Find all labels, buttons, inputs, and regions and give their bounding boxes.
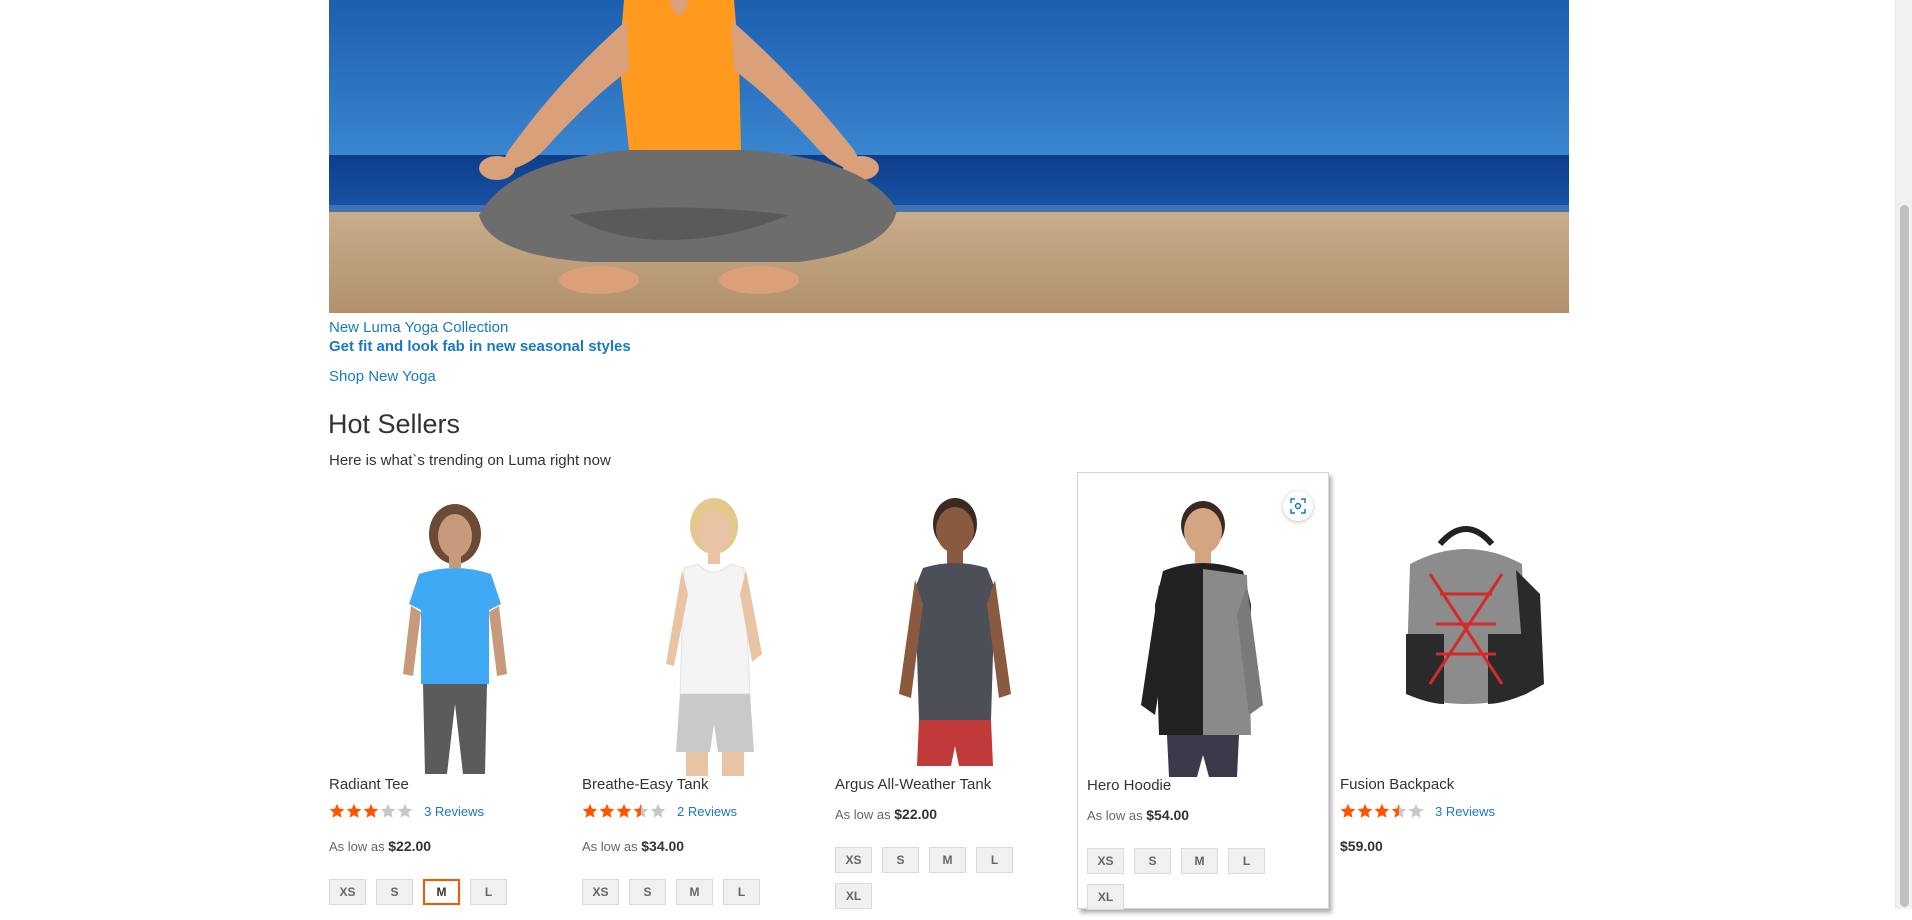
rating-stars — [1340, 803, 1425, 819]
hot-sellers-title: Hot Sellers — [328, 409, 461, 439]
star-icon — [633, 803, 649, 818]
price-value: $22.00 — [894, 806, 938, 822]
product-price: As low as $22.00 — [835, 806, 937, 822]
rating-stars — [582, 803, 667, 819]
reviews-link[interactable]: 2 Reviews — [677, 804, 737, 819]
reviews-link[interactable]: 3 Reviews — [1435, 804, 1495, 819]
hot-sellers-description: Here is what`s trending on Luma right no… — [329, 452, 611, 469]
rating-stars — [329, 803, 414, 819]
size-swatch-l[interactable]: L — [723, 879, 760, 905]
shop-new-yoga-link[interactable]: Shop New Yoga — [329, 368, 436, 385]
star-icon — [1357, 803, 1373, 818]
backpack-photo[interactable] — [1340, 484, 1592, 777]
star-icon — [346, 803, 362, 818]
price-value: $34.00 — [641, 838, 685, 854]
white-tank-photo[interactable] — [582, 484, 834, 777]
size-swatch-l[interactable]: L — [470, 879, 507, 905]
product-name[interactable]: Hero Hoodie — [1087, 777, 1171, 794]
size-swatches: XS S M L XL — [1087, 848, 1317, 920]
star-icon — [380, 803, 396, 818]
product-name[interactable]: Fusion Backpack — [1340, 776, 1454, 793]
price-value: $54.00 — [1146, 807, 1190, 823]
size-swatch-s[interactable]: S — [882, 847, 919, 873]
product-name[interactable]: Radiant Tee — [329, 776, 409, 793]
size-swatch-m[interactable]: M — [1181, 848, 1218, 874]
size-swatch-s[interactable]: S — [376, 879, 413, 905]
size-swatches: XS S M L XL — [835, 847, 1065, 919]
star-icon — [650, 803, 666, 818]
star-icon — [363, 803, 379, 818]
price-prefix: As low as — [835, 807, 891, 822]
star-icon — [1374, 803, 1390, 818]
promo-subtitle-link[interactable]: Get fit and look fab in new seasonal sty… — [329, 338, 631, 355]
product-card-breathe-easy-tank[interactable]: Breathe-Easy Tank 2 Reviews As low as $3… — [582, 472, 834, 909]
grey-tank-photo[interactable] — [835, 484, 1087, 777]
product-rating: 2 Reviews — [582, 802, 737, 820]
page-scrollbar[interactable] — [1895, 0, 1912, 909]
scrollbar-thumb[interactable] — [1900, 205, 1909, 907]
size-swatches: XS S M L — [329, 879, 559, 915]
star-icon — [582, 803, 598, 818]
star-icon — [329, 803, 345, 818]
promo-title-link[interactable]: New Luma Yoga Collection — [329, 319, 508, 336]
price-value: $59.00 — [1340, 838, 1383, 854]
price-value: $22.00 — [388, 838, 432, 854]
product-card-radiant-tee[interactable]: Radiant Tee 3 Reviews As low as $22.00 X… — [329, 472, 581, 909]
hoodie-photo[interactable] — [1087, 485, 1339, 778]
size-swatch-s[interactable]: S — [1134, 848, 1171, 874]
product-rating: 3 Reviews — [1340, 802, 1495, 820]
star-icon — [599, 803, 615, 818]
size-swatch-xs[interactable]: XS — [1087, 848, 1124, 874]
size-swatch-xs[interactable]: XS — [582, 879, 619, 905]
size-swatch-s[interactable]: S — [629, 879, 666, 905]
star-icon — [1408, 803, 1424, 818]
yoga-banner-image — [329, 0, 1569, 313]
star-icon — [397, 803, 413, 818]
quick-view-icon — [1290, 498, 1306, 514]
size-swatch-m[interactable]: M — [676, 879, 713, 905]
price-prefix: As low as — [582, 839, 638, 854]
size-swatch-xl[interactable]: XL — [835, 883, 872, 909]
product-price: As low as $22.00 — [329, 838, 431, 854]
size-swatches: XS S M L — [582, 879, 812, 915]
star-icon — [1391, 803, 1407, 818]
size-swatch-l[interactable]: L — [976, 847, 1013, 873]
product-card-fusion-backpack[interactable]: Fusion Backpack 3 Reviews $59.00 — [1340, 472, 1592, 909]
price-prefix: As low as — [329, 839, 385, 854]
star-icon — [616, 803, 632, 818]
product-name[interactable]: Argus All-Weather Tank — [835, 776, 991, 793]
hero-banner[interactable] — [329, 0, 1569, 313]
size-swatch-m[interactable]: M — [423, 879, 460, 905]
size-swatch-xl[interactable]: XL — [1087, 884, 1124, 910]
product-price: As low as $34.00 — [582, 838, 684, 854]
product-price: $59.00 — [1340, 838, 1383, 854]
size-swatch-xs[interactable]: XS — [835, 847, 872, 873]
blue-tee-photo[interactable] — [329, 484, 581, 777]
size-swatch-l[interactable]: L — [1228, 848, 1265, 874]
product-card-hero-hoodie[interactable]: Hero Hoodie As low as $54.00 XS S M L XL — [1077, 472, 1329, 910]
price-prefix: As low as — [1087, 808, 1143, 823]
product-rating: 3 Reviews — [329, 802, 484, 820]
product-price: As low as $54.00 — [1087, 807, 1189, 823]
quick-view-button[interactable] — [1283, 491, 1313, 521]
product-card-argus-all-weather-tank[interactable]: Argus All-Weather Tank As low as $22.00 … — [835, 472, 1087, 909]
size-swatch-xs[interactable]: XS — [329, 879, 366, 905]
star-icon — [1340, 803, 1356, 818]
reviews-link[interactable]: 3 Reviews — [424, 804, 484, 819]
size-swatch-m[interactable]: M — [929, 847, 966, 873]
product-name[interactable]: Breathe-Easy Tank — [582, 776, 708, 793]
